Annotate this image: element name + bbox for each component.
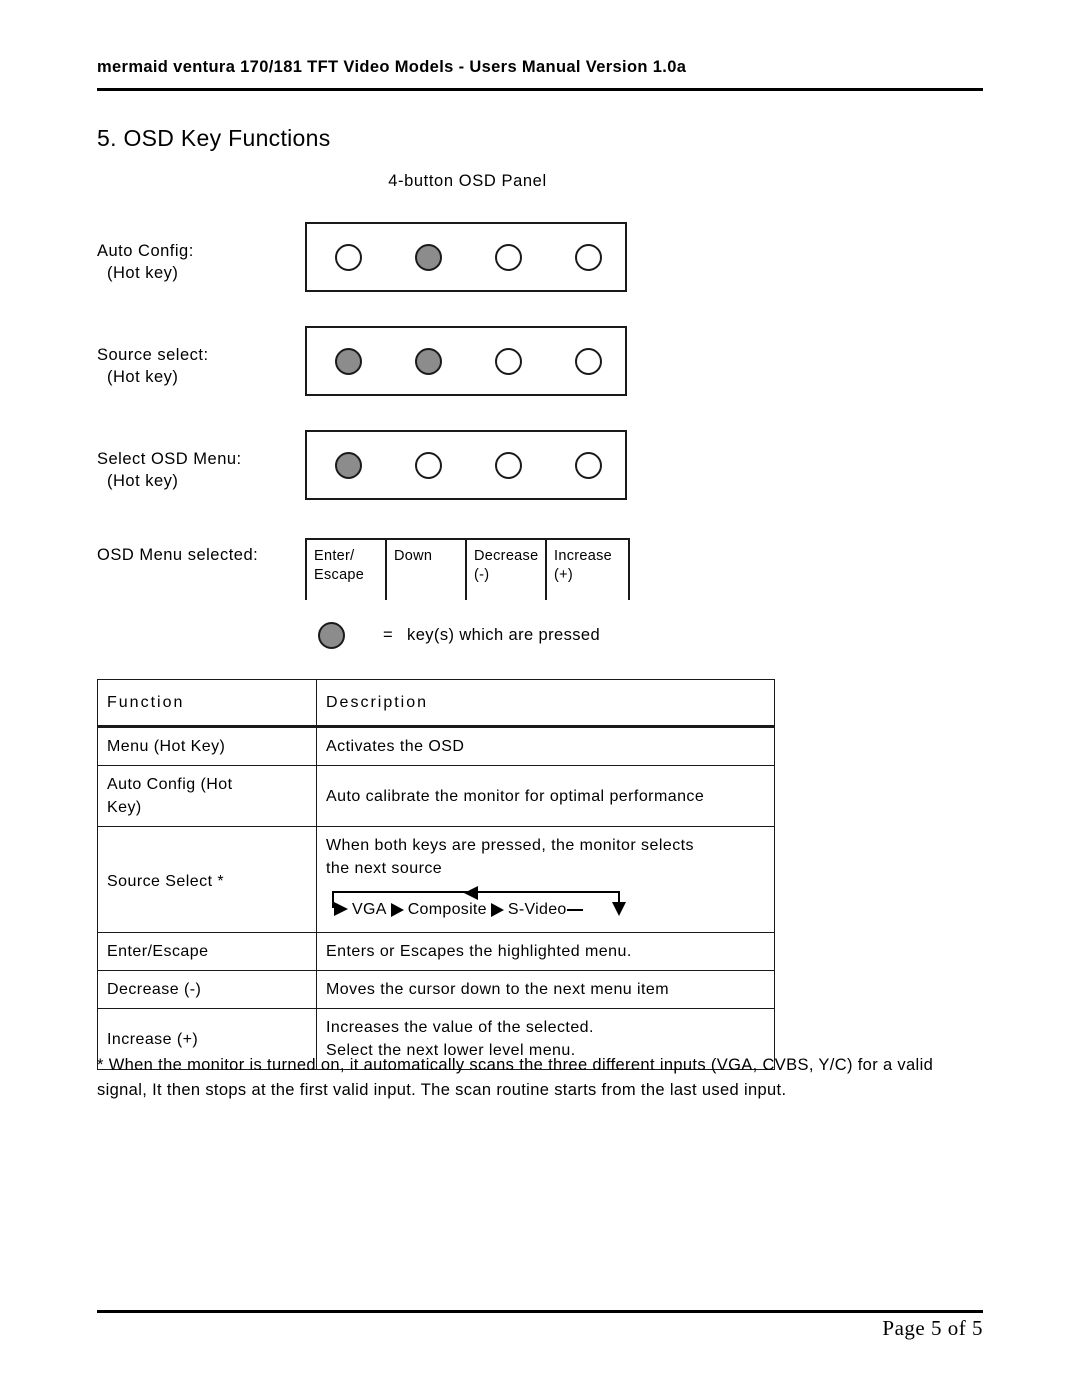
cell-function-enter-escape: Enter/Escape — [97, 932, 317, 971]
cell-description-menu: Activates the OSD — [316, 726, 775, 766]
osd-menu-key-table: Enter/ Escape Down Decrease (-) Increase… — [305, 538, 630, 600]
table-row: Source Select * When both keys are press… — [97, 826, 775, 933]
osd-key-enter-escape: Enter/ Escape — [314, 548, 365, 583]
panel-label-line1: Select OSD Menu: — [97, 450, 242, 468]
osd-panel-auto-config — [305, 222, 627, 292]
osd-button-1[interactable] — [335, 243, 362, 271]
footnote-text: * When the monitor is turned on, it auto… — [97, 1056, 934, 1099]
osd-button-2[interactable] — [415, 347, 442, 375]
cell-function-source-select: Source Select * — [97, 826, 317, 933]
cycle-arrow-icon-1 — [390, 902, 404, 917]
panel-row-label-auto-config: Auto Config: (Hot key) — [97, 240, 302, 284]
osd-panel-select-menu — [305, 430, 627, 500]
osd-button-1[interactable] — [335, 347, 362, 375]
pressed-key-icon — [318, 622, 345, 649]
cell-function-auto-config: Auto Config (Hot Key) — [97, 765, 317, 827]
cycle-node-vga: VGA — [352, 901, 387, 918]
osd-button-4[interactable] — [575, 347, 602, 375]
osd-key-table-topline — [305, 538, 630, 540]
header-divider — [97, 88, 983, 91]
legend-label: key(s) which are pressed — [407, 626, 601, 644]
cycle-arrow-icon-2 — [490, 902, 504, 917]
osd-key-increase: Increase (+) — [554, 548, 613, 583]
cycle-node-svideo: S-Video — [507, 901, 567, 918]
osd-button-3[interactable] — [495, 451, 522, 479]
panel-row-label-source-select: Source select: (Hot key) — [97, 344, 302, 388]
page-number: Page 5 of 5 — [882, 1316, 983, 1340]
cell-description-decrease: Moves the cursor down to the next menu i… — [316, 970, 775, 1009]
cycle-exit-arrow-icon — [612, 902, 626, 916]
cycle-entry-arrow-icon — [334, 902, 348, 916]
column-header-description: Description — [316, 679, 775, 728]
panel-row-label-select-osd-menu: Select OSD Menu: (Hot key) — [97, 448, 302, 492]
osd-button-2[interactable] — [415, 451, 442, 479]
osd-button-4[interactable] — [575, 243, 602, 271]
function-description-table: Function Description Menu (Hot Key) Acti… — [97, 679, 775, 1070]
osd-button-3[interactable] — [495, 243, 522, 271]
cell-description-auto-config: Auto calibrate the monitor for optimal p… — [316, 765, 775, 827]
panel-label-line1: OSD Menu selected: — [97, 546, 259, 564]
table-row: Decrease (-) Moves the cursor down to th… — [97, 970, 775, 1009]
osd-button-3[interactable] — [495, 347, 522, 375]
table-row: Menu (Hot Key) Activates the OSD — [97, 726, 775, 766]
cell-function-decrease: Decrease (-) — [97, 970, 317, 1009]
osd-key-divider-0 — [305, 538, 307, 600]
cycle-tail-line — [566, 908, 583, 911]
cycle-node-list: VGA Composite S-Video — [352, 898, 583, 921]
panel-label-line1: Source select: — [97, 346, 209, 364]
cell-description-source-select: When both keys are pressed, the monitor … — [316, 826, 775, 933]
source-cycle-diagram: VGA Composite S-Video — [326, 886, 626, 928]
panel-label-line2: (Hot key) — [107, 264, 179, 282]
osd-key-decrease: Decrease (-) — [474, 548, 539, 583]
osd-panel-source-select — [305, 326, 627, 396]
legend-pressed-key: = key(s) which are pressed — [318, 622, 600, 649]
column-header-function: Function — [97, 679, 317, 728]
osd-key-down: Down — [394, 548, 433, 564]
legend-equals-sign: = — [383, 626, 394, 644]
osd-button-1[interactable] — [335, 451, 362, 479]
osd-button-2[interactable] — [415, 243, 442, 271]
section-heading: 5. OSD Key Functions — [97, 125, 331, 151]
document-page: mermaid ventura 170/181 TFT Video Models… — [0, 0, 1080, 1397]
cell-function-menu: Menu (Hot Key) — [97, 726, 317, 766]
panel-row-label-osd-menu-selected: OSD Menu selected: — [97, 544, 302, 566]
source-select-description-text: When both keys are pressed, the monitor … — [326, 837, 694, 877]
cell-description-enter-escape: Enters or Escapes the highlighted menu. — [316, 932, 775, 971]
osd-button-4[interactable] — [575, 451, 602, 479]
table-row: Auto Config (Hot Key) Auto calibrate the… — [97, 765, 775, 827]
panel-label-line2: (Hot key) — [107, 368, 179, 386]
footer-divider — [97, 1310, 983, 1313]
table-header-row: Function Description — [97, 679, 775, 728]
document-header-title: mermaid ventura 170/181 TFT Video Models… — [97, 58, 687, 76]
table-row: Enter/Escape Enters or Escapes the highl… — [97, 932, 775, 971]
panel-label-line1: Auto Config: — [97, 242, 194, 260]
cycle-node-composite: Composite — [407, 901, 487, 918]
osd-panel-caption: 4-button OSD Panel — [388, 172, 547, 190]
panel-label-line2: (Hot key) — [107, 472, 179, 490]
